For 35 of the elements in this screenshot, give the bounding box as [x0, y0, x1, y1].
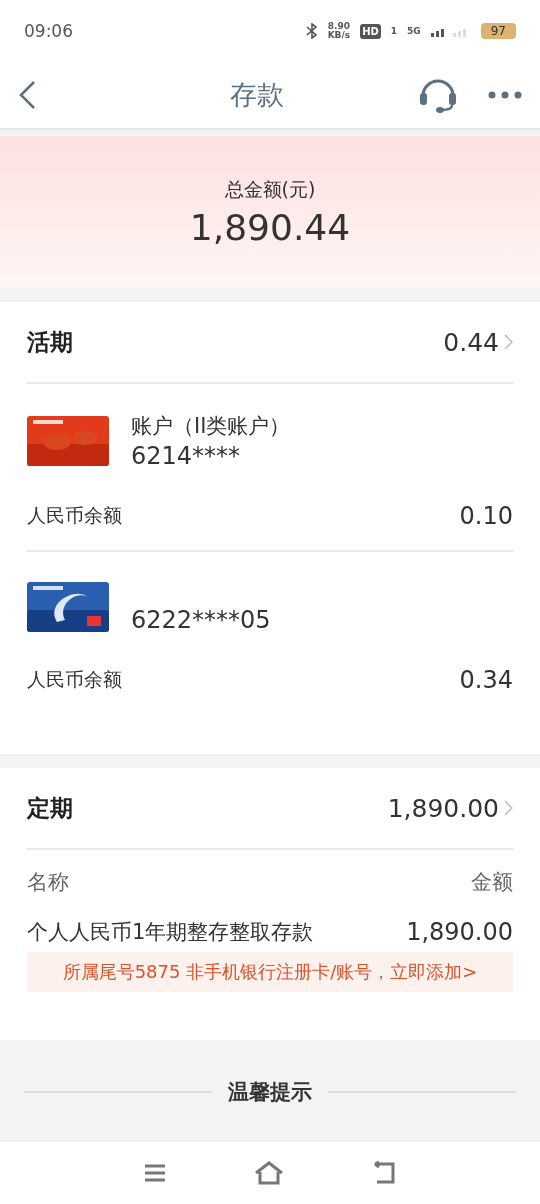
network-type: 5G [407, 26, 421, 36]
balance-label: 人民币余额 [27, 667, 122, 692]
card-number: 6222****05 [131, 606, 271, 634]
sim-number: 1 [390, 26, 398, 36]
column-header: 名称 [27, 869, 69, 896]
add-card-link[interactable]: 所属尾号5875 非手机银行注册卡/账号，立即添加> [27, 952, 513, 992]
balance-label: 人民币余额 [27, 503, 122, 528]
back-icon[interactable] [18, 80, 36, 110]
deposit-amount: 1,890.00 [406, 918, 513, 946]
section-amount[interactable]: 1,890.00 [387, 793, 499, 823]
card-number: 6214**** [131, 442, 242, 470]
total-amount: 1,890.44 [189, 206, 351, 248]
section-title: 活期 [27, 327, 74, 357]
total-label: 总金额(元) [224, 176, 316, 202]
deposit-name: 个人人民币1年期整存整取存款 [27, 919, 315, 946]
tips-title: 温馨提示 [228, 1079, 312, 1106]
bluetooth-icon [305, 23, 318, 39]
bank-card-icon [27, 416, 109, 466]
menu-icon[interactable] [143, 1163, 168, 1183]
chevron-icon [504, 800, 513, 816]
battery-level: 97 [480, 23, 516, 39]
status-time: 09:06 [24, 21, 73, 41]
column-header: 金额 [471, 869, 513, 896]
balance-amount: 0.34 [459, 666, 513, 694]
chevron-icon [504, 334, 513, 350]
network-speed: 8.90 KB/s [327, 22, 351, 40]
hd-badge: HD [360, 23, 381, 39]
bank-card-icon [27, 582, 109, 632]
more-icon[interactable] [488, 91, 522, 99]
account-name: 账户（II类账户） [131, 413, 291, 440]
page-title: 存款 [229, 78, 285, 112]
section-amount[interactable]: 0.44 [443, 327, 499, 357]
balance-amount: 0.10 [459, 502, 513, 530]
home-icon[interactable] [254, 1161, 284, 1185]
section-title: 定期 [27, 793, 74, 823]
